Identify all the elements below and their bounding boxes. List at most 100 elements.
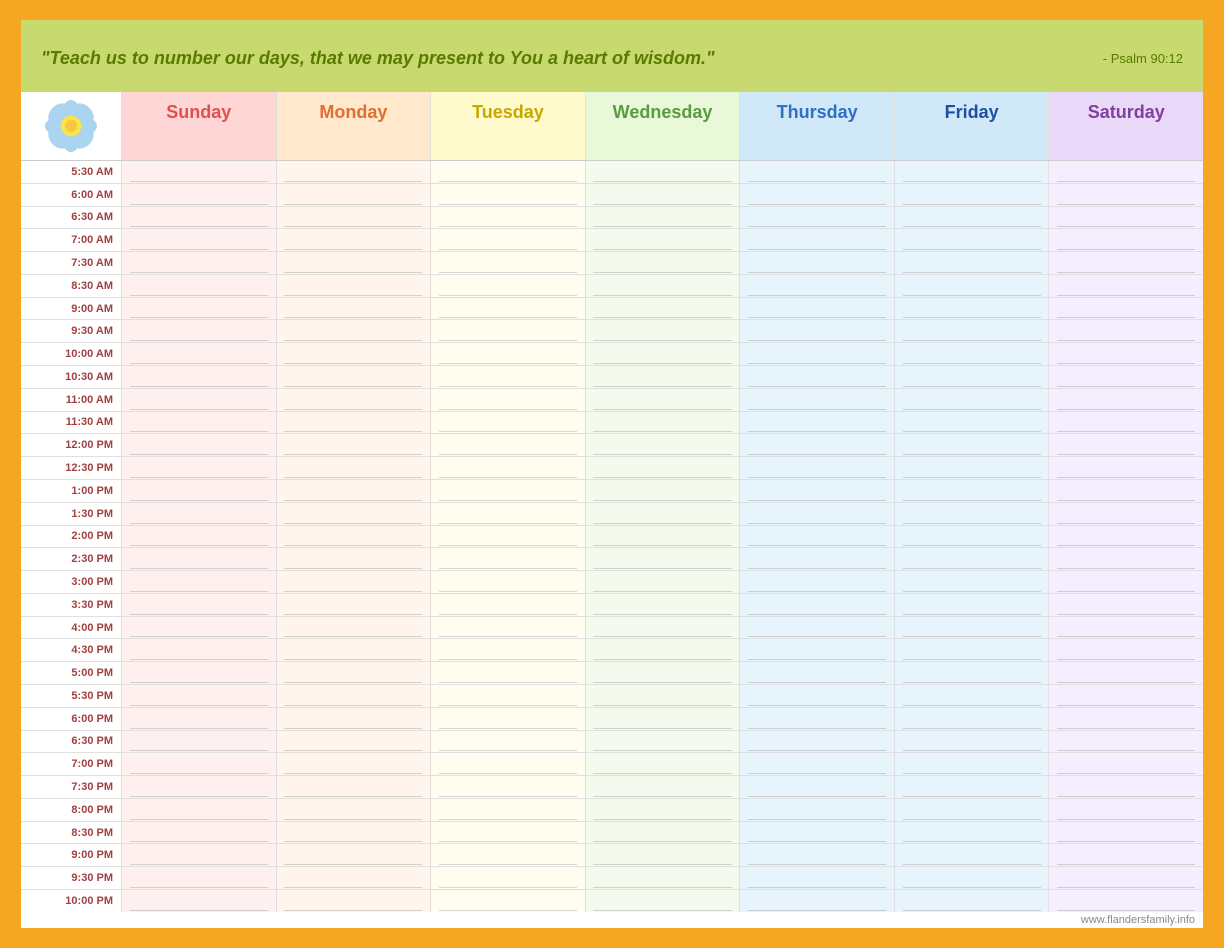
cell-monday[interactable]	[276, 571, 431, 593]
cell-friday[interactable]	[894, 844, 1049, 866]
cell-thursday[interactable]	[739, 639, 894, 661]
cell-friday[interactable]	[894, 389, 1049, 411]
cell-sunday[interactable]	[121, 480, 276, 502]
cell-saturday[interactable]	[1048, 639, 1203, 661]
cell-tuesday[interactable]	[430, 685, 585, 707]
cell-sunday[interactable]	[121, 252, 276, 274]
cell-monday[interactable]	[276, 480, 431, 502]
cell-sunday[interactable]	[121, 844, 276, 866]
cell-wednesday[interactable]	[585, 708, 740, 730]
cell-thursday[interactable]	[739, 548, 894, 570]
cell-wednesday[interactable]	[585, 207, 740, 229]
cell-saturday[interactable]	[1048, 822, 1203, 844]
cell-monday[interactable]	[276, 412, 431, 434]
cell-tuesday[interactable]	[430, 252, 585, 274]
cell-monday[interactable]	[276, 161, 431, 183]
cell-thursday[interactable]	[739, 412, 894, 434]
cell-sunday[interactable]	[121, 731, 276, 753]
cell-saturday[interactable]	[1048, 776, 1203, 798]
cell-tuesday[interactable]	[430, 366, 585, 388]
cell-saturday[interactable]	[1048, 389, 1203, 411]
cell-tuesday[interactable]	[430, 890, 585, 912]
cell-sunday[interactable]	[121, 753, 276, 775]
cell-friday[interactable]	[894, 320, 1049, 342]
cell-saturday[interactable]	[1048, 867, 1203, 889]
cell-monday[interactable]	[276, 252, 431, 274]
cell-tuesday[interactable]	[430, 731, 585, 753]
cell-tuesday[interactable]	[430, 207, 585, 229]
cell-thursday[interactable]	[739, 389, 894, 411]
cell-saturday[interactable]	[1048, 457, 1203, 479]
cell-saturday[interactable]	[1048, 731, 1203, 753]
cell-wednesday[interactable]	[585, 639, 740, 661]
cell-wednesday[interactable]	[585, 412, 740, 434]
cell-thursday[interactable]	[739, 526, 894, 548]
cell-thursday[interactable]	[739, 343, 894, 365]
cell-monday[interactable]	[276, 526, 431, 548]
cell-sunday[interactable]	[121, 571, 276, 593]
cell-sunday[interactable]	[121, 207, 276, 229]
cell-friday[interactable]	[894, 457, 1049, 479]
cell-sunday[interactable]	[121, 526, 276, 548]
cell-saturday[interactable]	[1048, 434, 1203, 456]
cell-friday[interactable]	[894, 708, 1049, 730]
cell-friday[interactable]	[894, 685, 1049, 707]
cell-saturday[interactable]	[1048, 412, 1203, 434]
cell-thursday[interactable]	[739, 503, 894, 525]
cell-sunday[interactable]	[121, 799, 276, 821]
cell-thursday[interactable]	[739, 594, 894, 616]
cell-saturday[interactable]	[1048, 207, 1203, 229]
cell-monday[interactable]	[276, 389, 431, 411]
cell-sunday[interactable]	[121, 389, 276, 411]
cell-friday[interactable]	[894, 571, 1049, 593]
cell-monday[interactable]	[276, 229, 431, 251]
cell-friday[interactable]	[894, 184, 1049, 206]
cell-tuesday[interactable]	[430, 457, 585, 479]
cell-thursday[interactable]	[739, 275, 894, 297]
cell-saturday[interactable]	[1048, 571, 1203, 593]
cell-saturday[interactable]	[1048, 753, 1203, 775]
cell-sunday[interactable]	[121, 594, 276, 616]
cell-saturday[interactable]	[1048, 503, 1203, 525]
cell-saturday[interactable]	[1048, 252, 1203, 274]
cell-saturday[interactable]	[1048, 890, 1203, 912]
cell-sunday[interactable]	[121, 548, 276, 570]
cell-wednesday[interactable]	[585, 571, 740, 593]
cell-tuesday[interactable]	[430, 594, 585, 616]
cell-thursday[interactable]	[739, 844, 894, 866]
cell-sunday[interactable]	[121, 867, 276, 889]
cell-monday[interactable]	[276, 434, 431, 456]
cell-tuesday[interactable]	[430, 526, 585, 548]
cell-monday[interactable]	[276, 617, 431, 639]
cell-monday[interactable]	[276, 366, 431, 388]
cell-friday[interactable]	[894, 343, 1049, 365]
cell-saturday[interactable]	[1048, 275, 1203, 297]
cell-tuesday[interactable]	[430, 434, 585, 456]
cell-sunday[interactable]	[121, 822, 276, 844]
cell-friday[interactable]	[894, 594, 1049, 616]
cell-wednesday[interactable]	[585, 844, 740, 866]
cell-saturday[interactable]	[1048, 844, 1203, 866]
cell-thursday[interactable]	[739, 320, 894, 342]
cell-monday[interactable]	[276, 822, 431, 844]
cell-wednesday[interactable]	[585, 776, 740, 798]
cell-saturday[interactable]	[1048, 184, 1203, 206]
cell-monday[interactable]	[276, 594, 431, 616]
cell-friday[interactable]	[894, 275, 1049, 297]
cell-friday[interactable]	[894, 776, 1049, 798]
cell-wednesday[interactable]	[585, 594, 740, 616]
cell-thursday[interactable]	[739, 890, 894, 912]
cell-monday[interactable]	[276, 662, 431, 684]
cell-wednesday[interactable]	[585, 229, 740, 251]
cell-thursday[interactable]	[739, 799, 894, 821]
cell-friday[interactable]	[894, 161, 1049, 183]
cell-thursday[interactable]	[739, 184, 894, 206]
cell-tuesday[interactable]	[430, 799, 585, 821]
cell-sunday[interactable]	[121, 662, 276, 684]
cell-wednesday[interactable]	[585, 298, 740, 320]
cell-monday[interactable]	[276, 753, 431, 775]
cell-sunday[interactable]	[121, 366, 276, 388]
cell-saturday[interactable]	[1048, 320, 1203, 342]
cell-thursday[interactable]	[739, 753, 894, 775]
cell-tuesday[interactable]	[430, 708, 585, 730]
